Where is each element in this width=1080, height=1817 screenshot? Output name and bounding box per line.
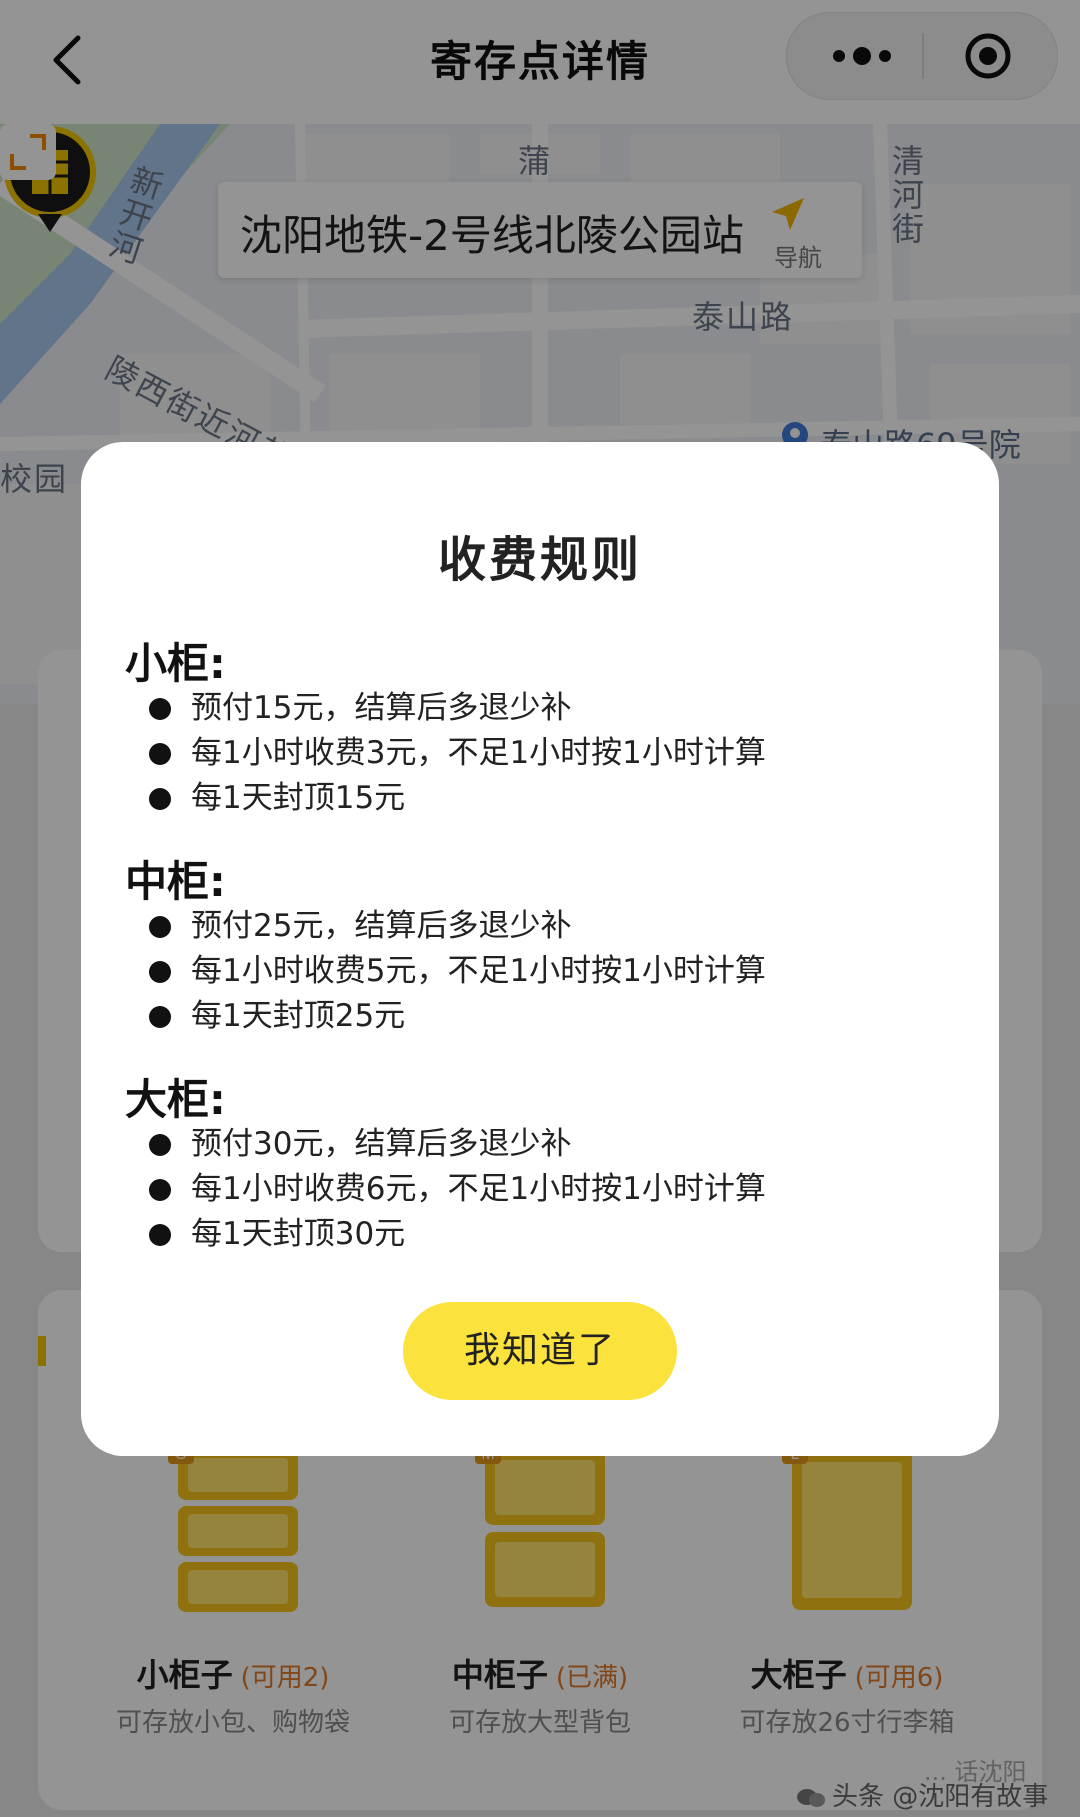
rule-text: 预付15元，结算后多退少补 xyxy=(191,690,572,726)
rule-text: 每1小时收费5元，不足1小时按1小时计算 xyxy=(191,953,766,989)
bullet-icon xyxy=(149,916,171,938)
rule-item: 每1天封顶25元 xyxy=(125,994,766,1039)
rule-item: 每1小时收费5元，不足1小时按1小时计算 xyxy=(125,949,766,994)
rule-item: 预付15元，结算后多退少补 xyxy=(125,686,766,731)
rule-text: 每1小时收费6元，不足1小时按1小时计算 xyxy=(191,1171,766,1207)
rule-text: 每1天封顶30元 xyxy=(191,1216,406,1252)
small-cabinet-section: 小柜: 预付15元，结算后多退少补 每1小时收费3元，不足1小时按1小时计算 每… xyxy=(125,630,766,821)
rule-text: 每1天封顶15元 xyxy=(191,780,406,816)
confirm-button[interactable]: 我知道了 xyxy=(403,1302,677,1400)
rule-text: 每1小时收费3元，不足1小时按1小时计算 xyxy=(191,735,766,771)
rule-text: 每1天封顶25元 xyxy=(191,998,406,1034)
bullet-icon xyxy=(149,743,171,765)
section-title: 小柜: xyxy=(125,639,226,688)
rule-text: 预付25元，结算后多退少补 xyxy=(191,908,572,944)
rule-item: 每1小时收费6元，不足1小时按1小时计算 xyxy=(125,1167,766,1212)
bullet-icon xyxy=(149,698,171,720)
rule-text: 预付30元，结算后多退少补 xyxy=(191,1126,572,1162)
medium-cabinet-section: 中柜: 预付25元，结算后多退少补 每1小时收费5元，不足1小时按1小时计算 每… xyxy=(125,848,766,1039)
modal-title: 收费规则 xyxy=(437,532,642,588)
section-title: 中柜: xyxy=(125,857,226,906)
bullet-icon xyxy=(149,1134,171,1156)
fee-rules-modal: 收费规则 小柜: 预付15元，结算后多退少补 每1小时收费3元，不足1小时按1小… xyxy=(81,442,999,1456)
rule-item: 每1天封顶15元 xyxy=(125,776,766,821)
rule-item: 预付25元，结算后多退少补 xyxy=(125,904,766,949)
bullet-icon xyxy=(149,1006,171,1028)
section-title: 大柜: xyxy=(125,1075,226,1124)
large-cabinet-section: 大柜: 预付30元，结算后多退少补 每1小时收费6元，不足1小时按1小时计算 每… xyxy=(125,1066,766,1257)
bullet-icon xyxy=(149,1179,171,1201)
bullet-icon xyxy=(149,1224,171,1246)
bullet-icon xyxy=(149,961,171,983)
bullet-icon xyxy=(149,788,171,810)
rule-item: 每1天封顶30元 xyxy=(125,1212,766,1257)
rule-item: 预付30元，结算后多退少补 xyxy=(125,1122,766,1167)
rule-item: 每1小时收费3元，不足1小时按1小时计算 xyxy=(125,731,766,776)
